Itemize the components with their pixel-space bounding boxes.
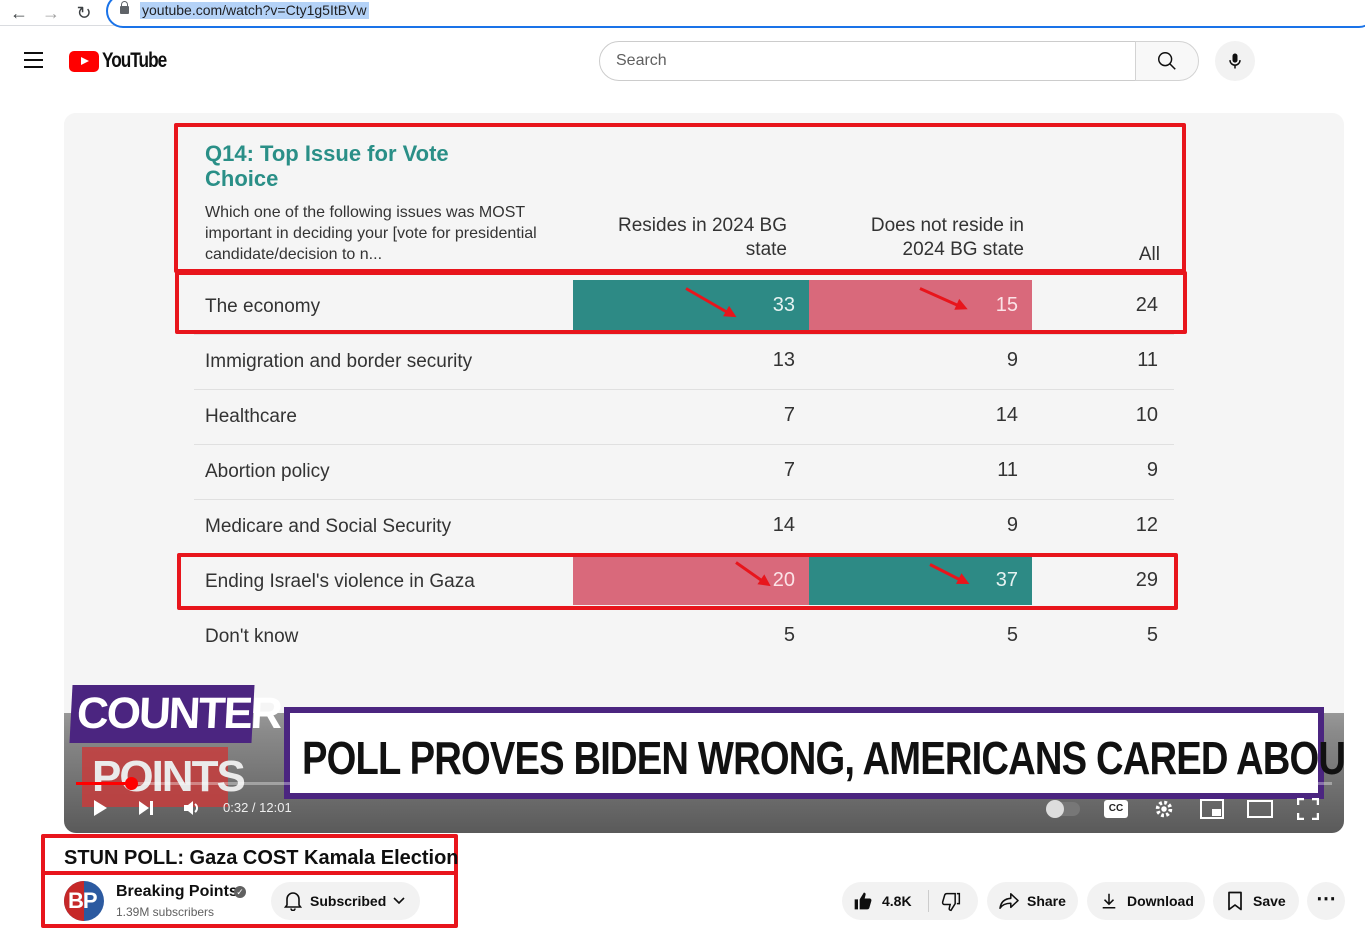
next-icon[interactable]: [136, 798, 156, 818]
cell-all: 12: [1135, 514, 1158, 536]
divider: [928, 890, 929, 912]
table-row: Immigration and border security 13 9 11: [194, 335, 1174, 390]
table-row: Healthcare 7 14 10: [194, 390, 1174, 445]
menu-icon[interactable]: [24, 52, 44, 68]
captions-icon[interactable]: CC: [1104, 800, 1128, 818]
banner-text: POLL PROVES BIDEN WRONG, AMERICANS CARED…: [302, 732, 1344, 784]
theater-mode-icon[interactable]: [1247, 800, 1273, 818]
share-button[interactable]: Share: [987, 882, 1078, 920]
row-label: Abortion policy: [205, 461, 330, 482]
youtube-logo[interactable]: YouTube: [69, 49, 180, 72]
youtube-play-logo-icon: [69, 50, 99, 72]
subscriber-count: 1.39M subscribers: [116, 905, 215, 919]
table-row: Medicare and Social Security 14 9 12: [194, 500, 1174, 555]
cell-not-reside: 9: [1006, 349, 1018, 371]
thumbs-up-icon: [854, 892, 872, 910]
play-icon[interactable]: [90, 798, 110, 818]
chevron-down-icon: [393, 897, 405, 905]
bookmark-icon: [1228, 891, 1242, 911]
verified-check-icon: ✓: [234, 886, 246, 898]
cell-not-reside: 9: [1006, 514, 1018, 536]
lower-third-banner: POLL PROVES BIDEN WRONG, AMERICANS CARED…: [284, 707, 1344, 799]
cell-resides: 7: [783, 459, 795, 481]
download-icon: [1102, 893, 1116, 909]
url-text[interactable]: youtube.com/watch?v=Cty1g5ItBVw: [140, 2, 369, 19]
cell-all: 11: [1137, 349, 1158, 371]
autoplay-knob: [1046, 800, 1064, 818]
time-display: 0:32 / 12:01: [223, 800, 292, 815]
cell-all: 10: [1135, 404, 1158, 426]
cell-resides: 7: [783, 404, 795, 426]
cell-resides: 14: [772, 514, 795, 536]
youtube-header: YouTube Search: [0, 32, 1365, 90]
share-icon: [999, 893, 1019, 909]
subscribed-label: Subscribed: [310, 893, 387, 909]
table-row: Don't know 5 5 5: [194, 610, 1174, 665]
reload-icon[interactable]: ↻: [73, 3, 95, 23]
autoplay-toggle[interactable]: [1046, 800, 1080, 818]
cell-resides: 13: [772, 349, 795, 371]
lock-icon: [120, 1, 129, 14]
channel-avatar[interactable]: BP: [64, 881, 104, 921]
cell-all: 5: [1146, 624, 1158, 646]
row-label: Immigration and border security: [205, 351, 473, 372]
volume-icon[interactable]: [182, 798, 202, 818]
back-icon[interactable]: ←: [8, 3, 30, 23]
cell-not-reside: 14: [995, 404, 1018, 426]
channel-name[interactable]: Breaking Points: [116, 883, 238, 901]
row-label: Medicare and Social Security: [205, 516, 452, 537]
thumbs-down-icon[interactable]: [941, 892, 961, 912]
more-actions-icon[interactable]: ⋯: [1307, 882, 1345, 920]
progress-played: [76, 782, 132, 785]
subscribed-button[interactable]: Subscribed: [271, 882, 420, 920]
avatar-text: BP: [68, 888, 98, 913]
cell-resides: 5: [783, 624, 795, 646]
logo-text: YouTube: [102, 49, 167, 72]
highlight-box-gaza-row: [177, 553, 1178, 610]
search-button[interactable]: [1135, 41, 1199, 81]
cell-all: 9: [1146, 459, 1158, 481]
cell-not-reside: 11: [997, 459, 1018, 481]
row-label: Don't know: [205, 626, 299, 647]
download-label: Download: [1127, 893, 1194, 909]
save-button[interactable]: Save: [1213, 882, 1299, 920]
like-dislike-group: 4.8K: [842, 882, 978, 920]
miniplayer-icon[interactable]: [1200, 799, 1224, 819]
address-bar[interactable]: youtube.com/watch?v=Cty1g5ItBVw: [106, 0, 1365, 28]
like-button[interactable]: 4.8K: [842, 882, 928, 920]
cell-not-reside: 5: [1006, 624, 1018, 646]
forward-icon[interactable]: →: [40, 3, 62, 23]
search-input[interactable]: Search: [599, 41, 1136, 81]
like-count: 4.8K: [882, 893, 912, 909]
row-label: Healthcare: [205, 406, 297, 427]
share-label: Share: [1027, 893, 1066, 909]
settings-gear-icon[interactable]: [1153, 798, 1175, 820]
show-logo-counter: COUNTER: [69, 685, 282, 743]
download-button[interactable]: Download: [1087, 882, 1205, 920]
table-row: Abortion policy 7 11 9: [194, 445, 1174, 500]
bell-icon: [284, 892, 302, 911]
video-player[interactable]: Q14: Top Issue for Vote Choice Which one…: [64, 113, 1344, 833]
highlight-box-question: [174, 123, 1186, 273]
progress-bar[interactable]: [76, 777, 1332, 790]
highlight-box-economy-row: [175, 271, 1187, 334]
video-title: STUN POLL: Gaza COST Kamala Election: [64, 847, 459, 869]
voice-search-button[interactable]: [1215, 41, 1255, 81]
search-icon: [1158, 52, 1176, 70]
microphone-icon: [1229, 53, 1241, 69]
browser-toolbar: ← → ↻ youtube.com/watch?v=Cty1g5ItBVw: [0, 0, 1365, 28]
fullscreen-icon[interactable]: [1297, 798, 1319, 820]
save-label: Save: [1253, 893, 1286, 909]
